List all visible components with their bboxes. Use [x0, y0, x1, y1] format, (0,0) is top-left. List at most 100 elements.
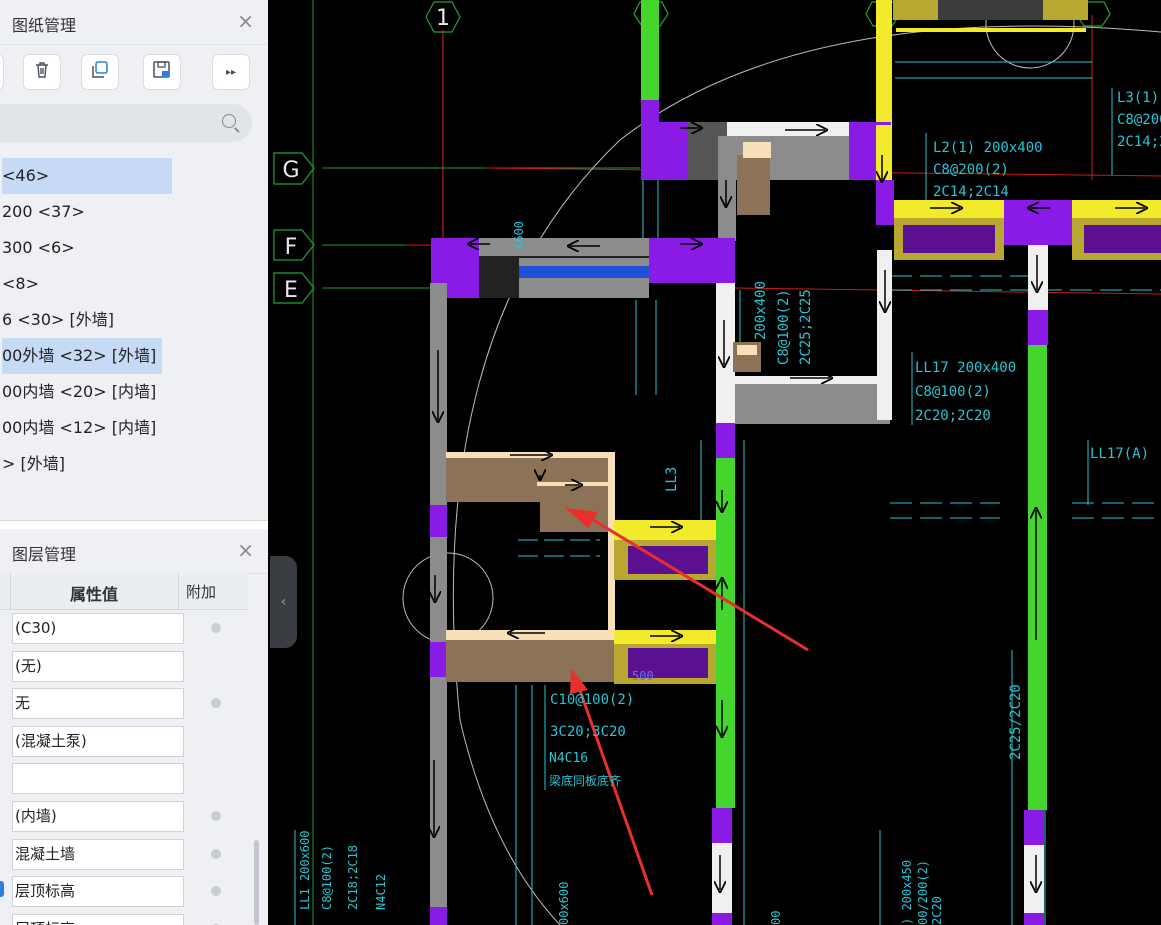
annotation: C8@200(2): [933, 162, 1009, 178]
value-field[interactable]: (内墙): [12, 800, 184, 832]
selection-marker: [0, 881, 4, 897]
list-item-label: 6 <30> [外墙]: [2, 310, 115, 329]
list-item[interactable]: 200 <37>: [0, 194, 268, 230]
value-field[interactable]: (C30): [12, 613, 184, 644]
annotation: LL1 200x600: [298, 831, 312, 910]
property-table: 属性值 附加 (C30) (无) 无 (混凝土泵) (内墙) 混凝土墙 层顶标高…: [0, 573, 248, 925]
value-field[interactable]: 层顶标高: [12, 876, 184, 908]
value-field[interactable]: (无): [12, 650, 184, 682]
annotation: N4C16: [549, 751, 588, 766]
annotation: 2C18;2C18: [346, 845, 360, 910]
extra-radio[interactable]: [211, 698, 221, 709]
header-value: 属性值: [70, 585, 119, 604]
table-row: 层顶标高: [0, 911, 248, 925]
annotation: N4C12: [374, 874, 388, 910]
annotation: L2(1) 200x400: [933, 140, 1043, 156]
table-row: (混凝土泵): [0, 723, 248, 761]
annotation: 00x600: [557, 882, 571, 925]
list-item[interactable]: <46>: [0, 158, 268, 194]
drawing-panel-header: 图纸管理 ×: [0, 0, 268, 45]
annotation: 200x400: [753, 281, 769, 340]
list-item[interactable]: 00内墙 <20> [内墙]: [0, 374, 268, 410]
more-button[interactable]: ▸▸: [212, 54, 250, 90]
table-row: 混凝土墙: [0, 836, 248, 874]
annotation: 00/200(2): [916, 860, 930, 925]
copy-icon: [90, 60, 110, 84]
list-item-label: 00外墙 <32> [外墙]: [2, 338, 163, 374]
annotation: 2C25;2C25: [798, 289, 814, 365]
table-row: (C30): [0, 610, 248, 648]
list-item[interactable]: <8>: [0, 266, 268, 302]
delete-button[interactable]: [23, 54, 61, 90]
value-field[interactable]: (混凝土泵): [12, 725, 184, 757]
annotation: LL17(A): [1090, 446, 1149, 462]
tool-button-partial[interactable]: [0, 54, 4, 90]
annotation: x600: [512, 221, 526, 250]
annotation: ) 200x450: [900, 860, 914, 925]
left-panel: 图纸管理 × ▸▸ <46> 200 <37> 300 <6> <8> 6 <3…: [0, 0, 268, 925]
annotation: C10@100(2): [550, 692, 634, 708]
list-item[interactable]: 6 <30> [外墙]: [0, 302, 268, 338]
save-button[interactable]: [143, 54, 181, 90]
list-item-label: <46>: [2, 158, 172, 194]
axis-label-g: G: [282, 158, 299, 183]
list-item-label: 200 <37>: [2, 202, 85, 221]
table-row: 无: [0, 685, 248, 723]
drawing-panel-close-icon[interactable]: ×: [237, 9, 254, 33]
axis-label-e: E: [284, 278, 298, 303]
annotation: C8@100(2): [776, 289, 792, 365]
chevron-left-icon: ‹: [280, 594, 287, 610]
list-item-label: > [外墙]: [2, 454, 65, 473]
list-item[interactable]: > [外墙]: [0, 446, 268, 482]
layer-panel-header: 图层管理 ×: [0, 529, 268, 574]
list-item-label: <8>: [2, 274, 39, 293]
value-field[interactable]: 混凝土墙: [12, 838, 184, 870]
drawing-list: <46> 200 <37> 300 <6> <8> 6 <30> [外墙] 00…: [0, 158, 268, 482]
extra-radio[interactable]: [211, 810, 221, 821]
list-item[interactable]: 00外墙 <32> [外墙]: [0, 338, 268, 374]
annotation: 2C20;2C20: [915, 408, 991, 424]
extra-radio[interactable]: [211, 848, 221, 859]
annotation: 3C20;3C20: [550, 724, 626, 740]
search-input[interactable]: [0, 104, 252, 142]
annotation: LL17 200x400: [915, 360, 1016, 376]
list-item-label: 00内墙 <20> [内墙]: [2, 382, 157, 401]
annotation: L3(1) 2: [1117, 90, 1161, 106]
list-item[interactable]: 00内墙 <12> [内墙]: [0, 410, 268, 446]
table-row: [0, 760, 248, 798]
more-icon: ▸▸: [225, 66, 237, 78]
annotation: 2C20: [930, 896, 944, 925]
panel-divider: [0, 520, 268, 529]
annotation: 2C14;2C14: [933, 184, 1009, 200]
value-field[interactable]: [12, 763, 184, 795]
annotation: C8@200: [1117, 112, 1161, 128]
list-item[interactable]: 300 <6>: [0, 230, 268, 266]
header-extra: 附加: [186, 583, 217, 601]
annotation: C8@100(2): [915, 384, 991, 400]
drawing-panel-title: 图纸管理: [12, 16, 77, 35]
layer-panel-title: 图层管理: [12, 545, 77, 564]
delete-icon: [33, 61, 51, 83]
annotation: LL3: [664, 467, 680, 492]
extra-radio[interactable]: [211, 623, 221, 633]
layer-panel-close-icon[interactable]: ×: [237, 538, 254, 562]
scrollbar[interactable]: [254, 840, 259, 925]
table-row: (内墙): [0, 798, 248, 836]
copy-button[interactable]: [81, 54, 119, 90]
cad-canvas[interactable]: 1 G F E L3(1) C8@20 2C14; L2(1) 200x400 …: [268, 0, 1161, 925]
table-header: 属性值 附加: [0, 573, 248, 610]
list-item-label: 00内墙 <12> [内墙]: [2, 418, 157, 437]
collapse-panel-button[interactable]: ‹: [270, 556, 297, 648]
search-icon[interactable]: [222, 114, 236, 128]
value-field[interactable]: 层顶标高: [12, 913, 184, 925]
table-row: (无): [0, 648, 248, 686]
annotation: 2C25/2C20: [1008, 684, 1024, 760]
value-field[interactable]: 无: [12, 688, 184, 720]
annotation: 00: [769, 911, 783, 925]
list-item-label: 300 <6>: [2, 238, 75, 257]
axis-label-1: 1: [436, 6, 450, 31]
annotation: 500: [632, 669, 654, 683]
annotation: 梁底同板底齐: [549, 773, 621, 788]
table-row: 层顶标高: [0, 873, 248, 911]
extra-radio[interactable]: [211, 886, 221, 897]
